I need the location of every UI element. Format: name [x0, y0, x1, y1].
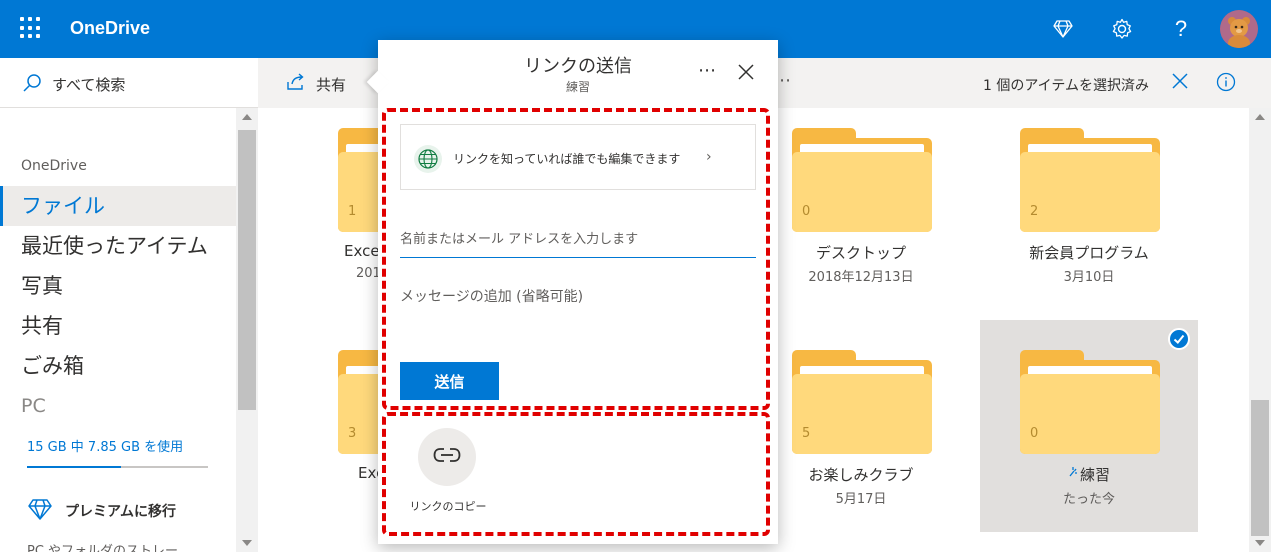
- folder-item-count: 0: [802, 204, 811, 219]
- avatar[interactable]: [1220, 10, 1258, 48]
- folder-name[interactable]: 新会員プログラム: [980, 242, 1198, 263]
- nav-item-files[interactable]: ファイル: [0, 186, 236, 226]
- premium-label: プレミアムに移行: [65, 504, 177, 520]
- gear-icon[interactable]: [1109, 16, 1135, 42]
- nav-footer-text: PC やフォルダのストレー: [27, 544, 179, 552]
- folder-icon: 0: [1020, 350, 1160, 454]
- copy-link-label: リンクのコピー: [409, 500, 487, 513]
- dialog-title: リンクの送信: [524, 56, 632, 77]
- folder-date: 2018年12月13日: [808, 270, 914, 285]
- chevron-right-icon: ›: [706, 149, 712, 165]
- send-button[interactable]: 送信: [400, 362, 499, 400]
- left-nav: OneDrive ファイル 最近使ったアイテム 写真 共有 ごみ箱 PC 15 …: [0, 108, 236, 552]
- help-icon[interactable]: ?: [1168, 16, 1194, 42]
- waffle-icon[interactable]: [20, 17, 42, 39]
- folder-tile[interactable]: 2 新会員プログラム 3月10日: [980, 108, 1198, 320]
- storage-meter: [27, 466, 208, 468]
- link-settings-label: リンクを知っていれば誰でも編集できます: [453, 152, 681, 166]
- share-icon: [286, 73, 306, 95]
- search-label: すべて検索: [52, 76, 126, 94]
- folder-tile[interactable]: 0 デスクトップ 2018年12月13日: [752, 108, 970, 320]
- selected-check-icon[interactable]: [1168, 328, 1190, 350]
- scroll-down-arrow[interactable]: [242, 540, 252, 546]
- nav-item-recycle-bin[interactable]: ごみ箱: [0, 346, 236, 386]
- app-title[interactable]: OneDrive: [70, 18, 150, 39]
- folder-tile[interactable]: 5 お楽しみクラブ 5月17日: [752, 330, 970, 542]
- scroll-down-arrow[interactable]: [1255, 540, 1265, 546]
- share-label: 共有: [316, 75, 347, 94]
- folder-tile-selected[interactable]: 0 練習 たった今: [980, 320, 1198, 532]
- folder-date: 5月17日: [835, 492, 887, 507]
- close-icon[interactable]: [738, 64, 754, 84]
- share-command[interactable]: 共有: [286, 73, 346, 95]
- link-settings-button[interactable]: リンクを知っていれば誰でも編集できます ›: [400, 124, 756, 190]
- folder-icon: 5: [792, 350, 932, 454]
- clear-selection-icon[interactable]: [1170, 71, 1190, 95]
- folder-item-count: 3: [348, 426, 357, 441]
- storage-usage-link[interactable]: 15 GB 中 7.85 GB を使用: [27, 436, 183, 455]
- folder-item-count: 2: [1030, 204, 1039, 219]
- search-icon: [22, 73, 42, 97]
- send-link-dialog: リンクの送信 練習 ⋯ リンクを知っていれば誰でも編集できます › 送信 リンク…: [366, 40, 778, 544]
- scroll-up-arrow[interactable]: [1255, 114, 1265, 120]
- copy-link-button[interactable]: [418, 428, 476, 486]
- diamond-icon: [27, 498, 53, 524]
- diamond-icon[interactable]: [1050, 16, 1076, 42]
- dialog-subtitle: 練習: [565, 80, 590, 94]
- folder-date: 3月10日: [1063, 270, 1115, 285]
- nav-header: OneDrive: [21, 158, 87, 174]
- scroll-thumb[interactable]: [1251, 400, 1269, 536]
- dialog-more-icon[interactable]: ⋯: [698, 60, 717, 81]
- nav-scrollbar[interactable]: [236, 108, 258, 552]
- folder-item-count: 1: [348, 204, 357, 219]
- nav-item-photos[interactable]: 写真: [0, 266, 236, 306]
- globe-icon: [414, 145, 442, 173]
- folder-icon: 2: [1020, 128, 1160, 232]
- folder-item-count: 5: [802, 426, 811, 441]
- premium-upgrade-link[interactable]: プレミアムに移行: [27, 498, 176, 524]
- scroll-up-arrow[interactable]: [242, 114, 252, 120]
- new-item-sparkle-icon: [1068, 464, 1078, 482]
- info-icon[interactable]: [1216, 72, 1236, 96]
- folder-name[interactable]: デスクトップ: [752, 242, 970, 263]
- folder-icon: 0: [792, 128, 932, 232]
- folder-item-count: 0: [1030, 426, 1039, 441]
- link-icon: [432, 445, 462, 469]
- content-scrollbar[interactable]: [1249, 108, 1271, 552]
- search-box[interactable]: すべて検索: [0, 58, 258, 108]
- folder-name[interactable]: 練習: [980, 464, 1198, 485]
- nav-item-shared[interactable]: 共有: [0, 306, 236, 346]
- folder-name[interactable]: お楽しみクラブ: [752, 464, 970, 485]
- selection-count: 1 個のアイテムを選択済み: [983, 78, 1149, 94]
- recipient-input[interactable]: [400, 222, 756, 258]
- message-input[interactable]: [400, 286, 756, 346]
- nav-item-recent[interactable]: 最近使ったアイテム: [0, 226, 236, 266]
- scroll-thumb[interactable]: [238, 130, 256, 410]
- folder-date: たった今: [1062, 492, 1115, 507]
- nav-item-pc[interactable]: PC: [0, 386, 236, 426]
